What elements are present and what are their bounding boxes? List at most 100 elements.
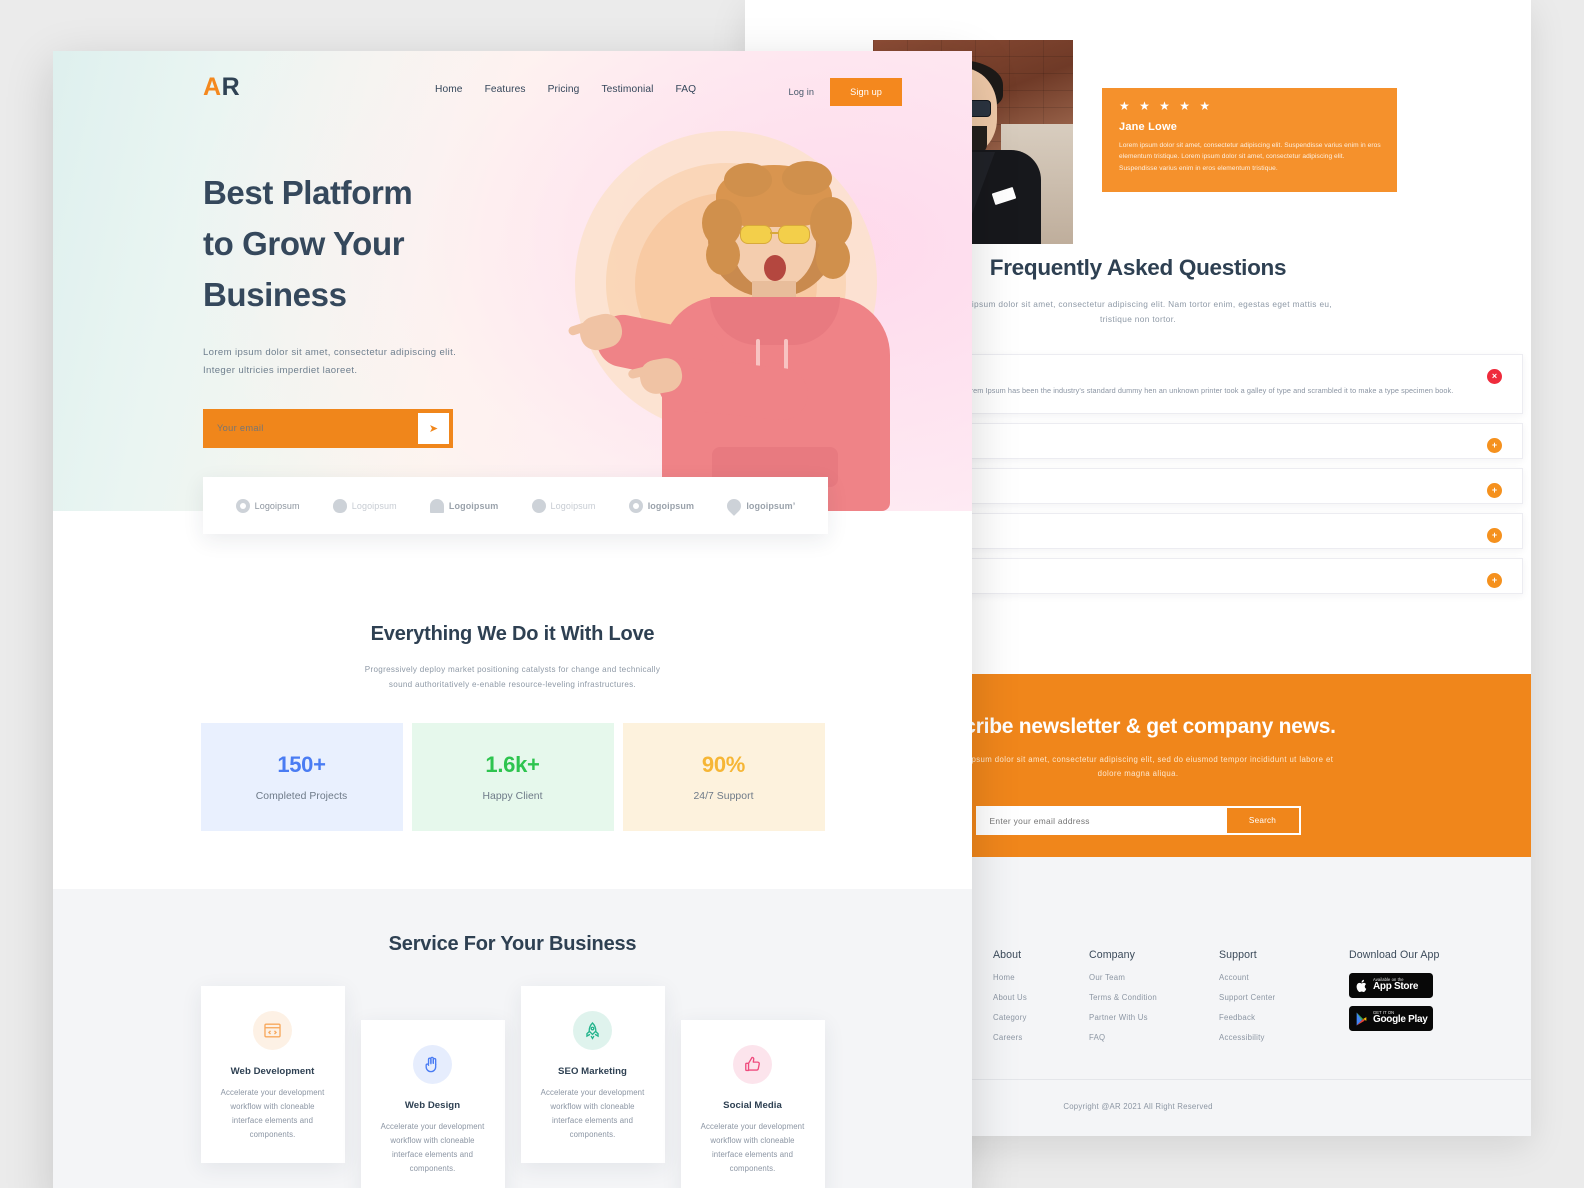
logo-mark-wave-icon [531,498,546,513]
logo-mark-ring-icon [235,498,250,513]
signup-button[interactable]: Sign up [830,78,902,106]
hero-email-form: ➤ [203,408,453,448]
navbar: AR Home Features Pricing Testimonial FAQ… [53,51,972,129]
stat-number: 90% [701,751,746,777]
client-logo: logoipsum [628,498,695,513]
faq-subheading: Lorem ipsum dolor sit amet, consectetur … [943,299,1333,325]
mouth [764,255,786,281]
logo-mark-drop-icon [724,495,745,516]
rating-stars-icon: ★ ★ ★ ★ ★ [1119,99,1214,113]
login-link[interactable]: Log in [788,87,814,97]
faq-expand-icon[interactable]: + [1487,438,1502,454]
footer-link[interactable]: About Us [993,993,1089,1002]
features-heading: Everything We Do it With Love [370,623,655,645]
hair-curl [724,163,772,197]
footer-download-heading: Download Our App [1349,949,1440,961]
code-window-icon [253,1010,292,1050]
client-logo: Logoipsum [332,498,397,513]
footer-link[interactable]: Careers [993,1033,1089,1042]
badge-big-text: Google Play [1373,1014,1428,1026]
faq-expand-icon[interactable]: + [1487,528,1502,544]
stat-card-support: 90% 24/7 Support [622,722,825,831]
portrait-lapel-right [969,152,995,222]
footer-link[interactable]: FAQ [1089,1033,1219,1042]
features-section: Everything We Do it With Love Progressiv… [53,623,972,831]
features-paragraph: Progressively deploy market positioning … [364,665,661,690]
service-card[interactable]: Social Media Accelerate your development… [680,1019,825,1188]
footer-column-support: Support Account Support Center Feedback … [1219,949,1349,1053]
nav-links: Home Features Pricing Testimonial FAQ [435,84,696,95]
logo[interactable]: AR [203,73,240,102]
google-play-badge-text: GET IT ON Google Play [1373,1010,1428,1026]
service-description: Accelerate your development workflow wit… [380,1121,485,1174]
footer-link[interactable]: Our Team [1089,973,1219,982]
nav-item-faq[interactable]: FAQ [676,84,697,95]
client-logo-label: logoipsum [647,500,695,511]
service-title: SEO Marketing [558,1065,627,1077]
services-heading: Service For Your Business [388,932,637,955]
screenshot-stage: ★ ★ ★ ★ ★ Jane Lowe Lorem ipsum dolor si… [0,0,1584,1188]
hero-paragraph: Lorem ipsum dolor sit amet, consectetur … [203,347,457,377]
yellow-sunglasses-icon [740,225,810,244]
service-title: Web Development [230,1065,315,1077]
client-logo-label: logoipsum’ [746,500,796,511]
footer-column-heading: About [993,949,1022,961]
stat-card-completed-projects: 150+ Completed Projects [200,722,403,831]
client-logo-label: Logoipsum [351,500,397,511]
service-card[interactable]: Web Design Accelerate your development w… [360,1019,505,1188]
newsletter-email-input[interactable] [977,815,1227,826]
footer-link[interactable]: Support Center [1219,993,1349,1002]
client-logo: Logoipsum [531,498,596,513]
left-page-panel: AR Home Features Pricing Testimonial FAQ… [53,51,972,1188]
service-card[interactable]: Web Development Accelerate your developm… [200,985,345,1163]
footer-download-column: Download Our App Available on the App St… [1349,949,1440,1053]
client-logo-label: Logoipsum [550,500,596,511]
badge-big-text: App Store [1373,981,1419,993]
footer-link[interactable]: Category [993,1013,1089,1022]
stat-number: 150+ [277,751,326,777]
footer-column-heading: Company [1089,949,1136,961]
faq-expand-icon[interactable]: + [1487,483,1502,499]
nav-item-features[interactable]: Features [485,84,526,95]
hero-heading-line2: to Grow Your [203,225,405,263]
newsletter-search-button[interactable]: Search [1226,808,1299,834]
footer-link[interactable]: Terms & Condition [1089,993,1219,1002]
service-description: Accelerate your development workflow wit… [220,1087,325,1140]
apple-icon [1354,977,1369,994]
footer-link[interactable]: Partner With Us [1089,1013,1219,1022]
footer-link[interactable]: Feedback [1219,1013,1349,1022]
nav-item-testimonial[interactable]: Testimonial [601,84,653,95]
google-play-icon [1354,1010,1369,1027]
stats-row: 150+ Completed Projects 1.6k+ Happy Clie… [200,722,825,831]
service-card[interactable]: SEO Marketing Accelerate your developmen… [520,985,665,1163]
client-logo-label: Logoipsum [448,500,499,511]
hero-copy: Best Platform to Grow Your Business Lore… [203,167,503,448]
hero-email-input[interactable] [217,423,377,434]
testimonial-quote: Lorem ipsum dolor sit amet, consectetur … [1119,142,1381,172]
send-arrow-icon: ➤ [428,422,439,435]
hero-submit-button[interactable]: ➤ [418,412,449,444]
service-title: Social Media [723,1099,782,1111]
footer-link[interactable]: Accessibility [1219,1033,1349,1042]
google-play-badge[interactable]: GET IT ON Google Play [1349,1006,1433,1031]
footer-column-heading: Support [1219,949,1257,961]
newsletter-form: Search [975,806,1301,836]
services-cards: Web Development Accelerate your developm… [200,982,825,1188]
client-logo-label: Logoipsum [254,500,300,511]
faq-expand-icon[interactable]: + [1487,573,1502,589]
footer-column-company: Company Our Team Terms & Condition Partn… [1089,949,1219,1053]
app-store-badge[interactable]: Available on the App Store [1349,973,1433,998]
nav-item-pricing[interactable]: Pricing [548,84,580,95]
footer-link[interactable]: Home [993,973,1089,982]
logo-mark-arch-icon [429,498,444,513]
client-logo: Logoipsum [235,498,300,513]
faq-close-icon[interactable]: × [1487,369,1502,385]
service-description: Accelerate your development workflow wit… [540,1087,645,1140]
footer-link[interactable]: Account [1219,973,1349,982]
service-title: Web Design [404,1099,461,1111]
logo-mark-shield-icon [332,498,347,513]
hair-curl [706,235,740,275]
nav-item-home[interactable]: Home [435,84,463,95]
rocket-icon [573,1010,612,1050]
newsletter-subheading: Lorem ipsum dolor sit amet, consectetur … [942,755,1334,779]
